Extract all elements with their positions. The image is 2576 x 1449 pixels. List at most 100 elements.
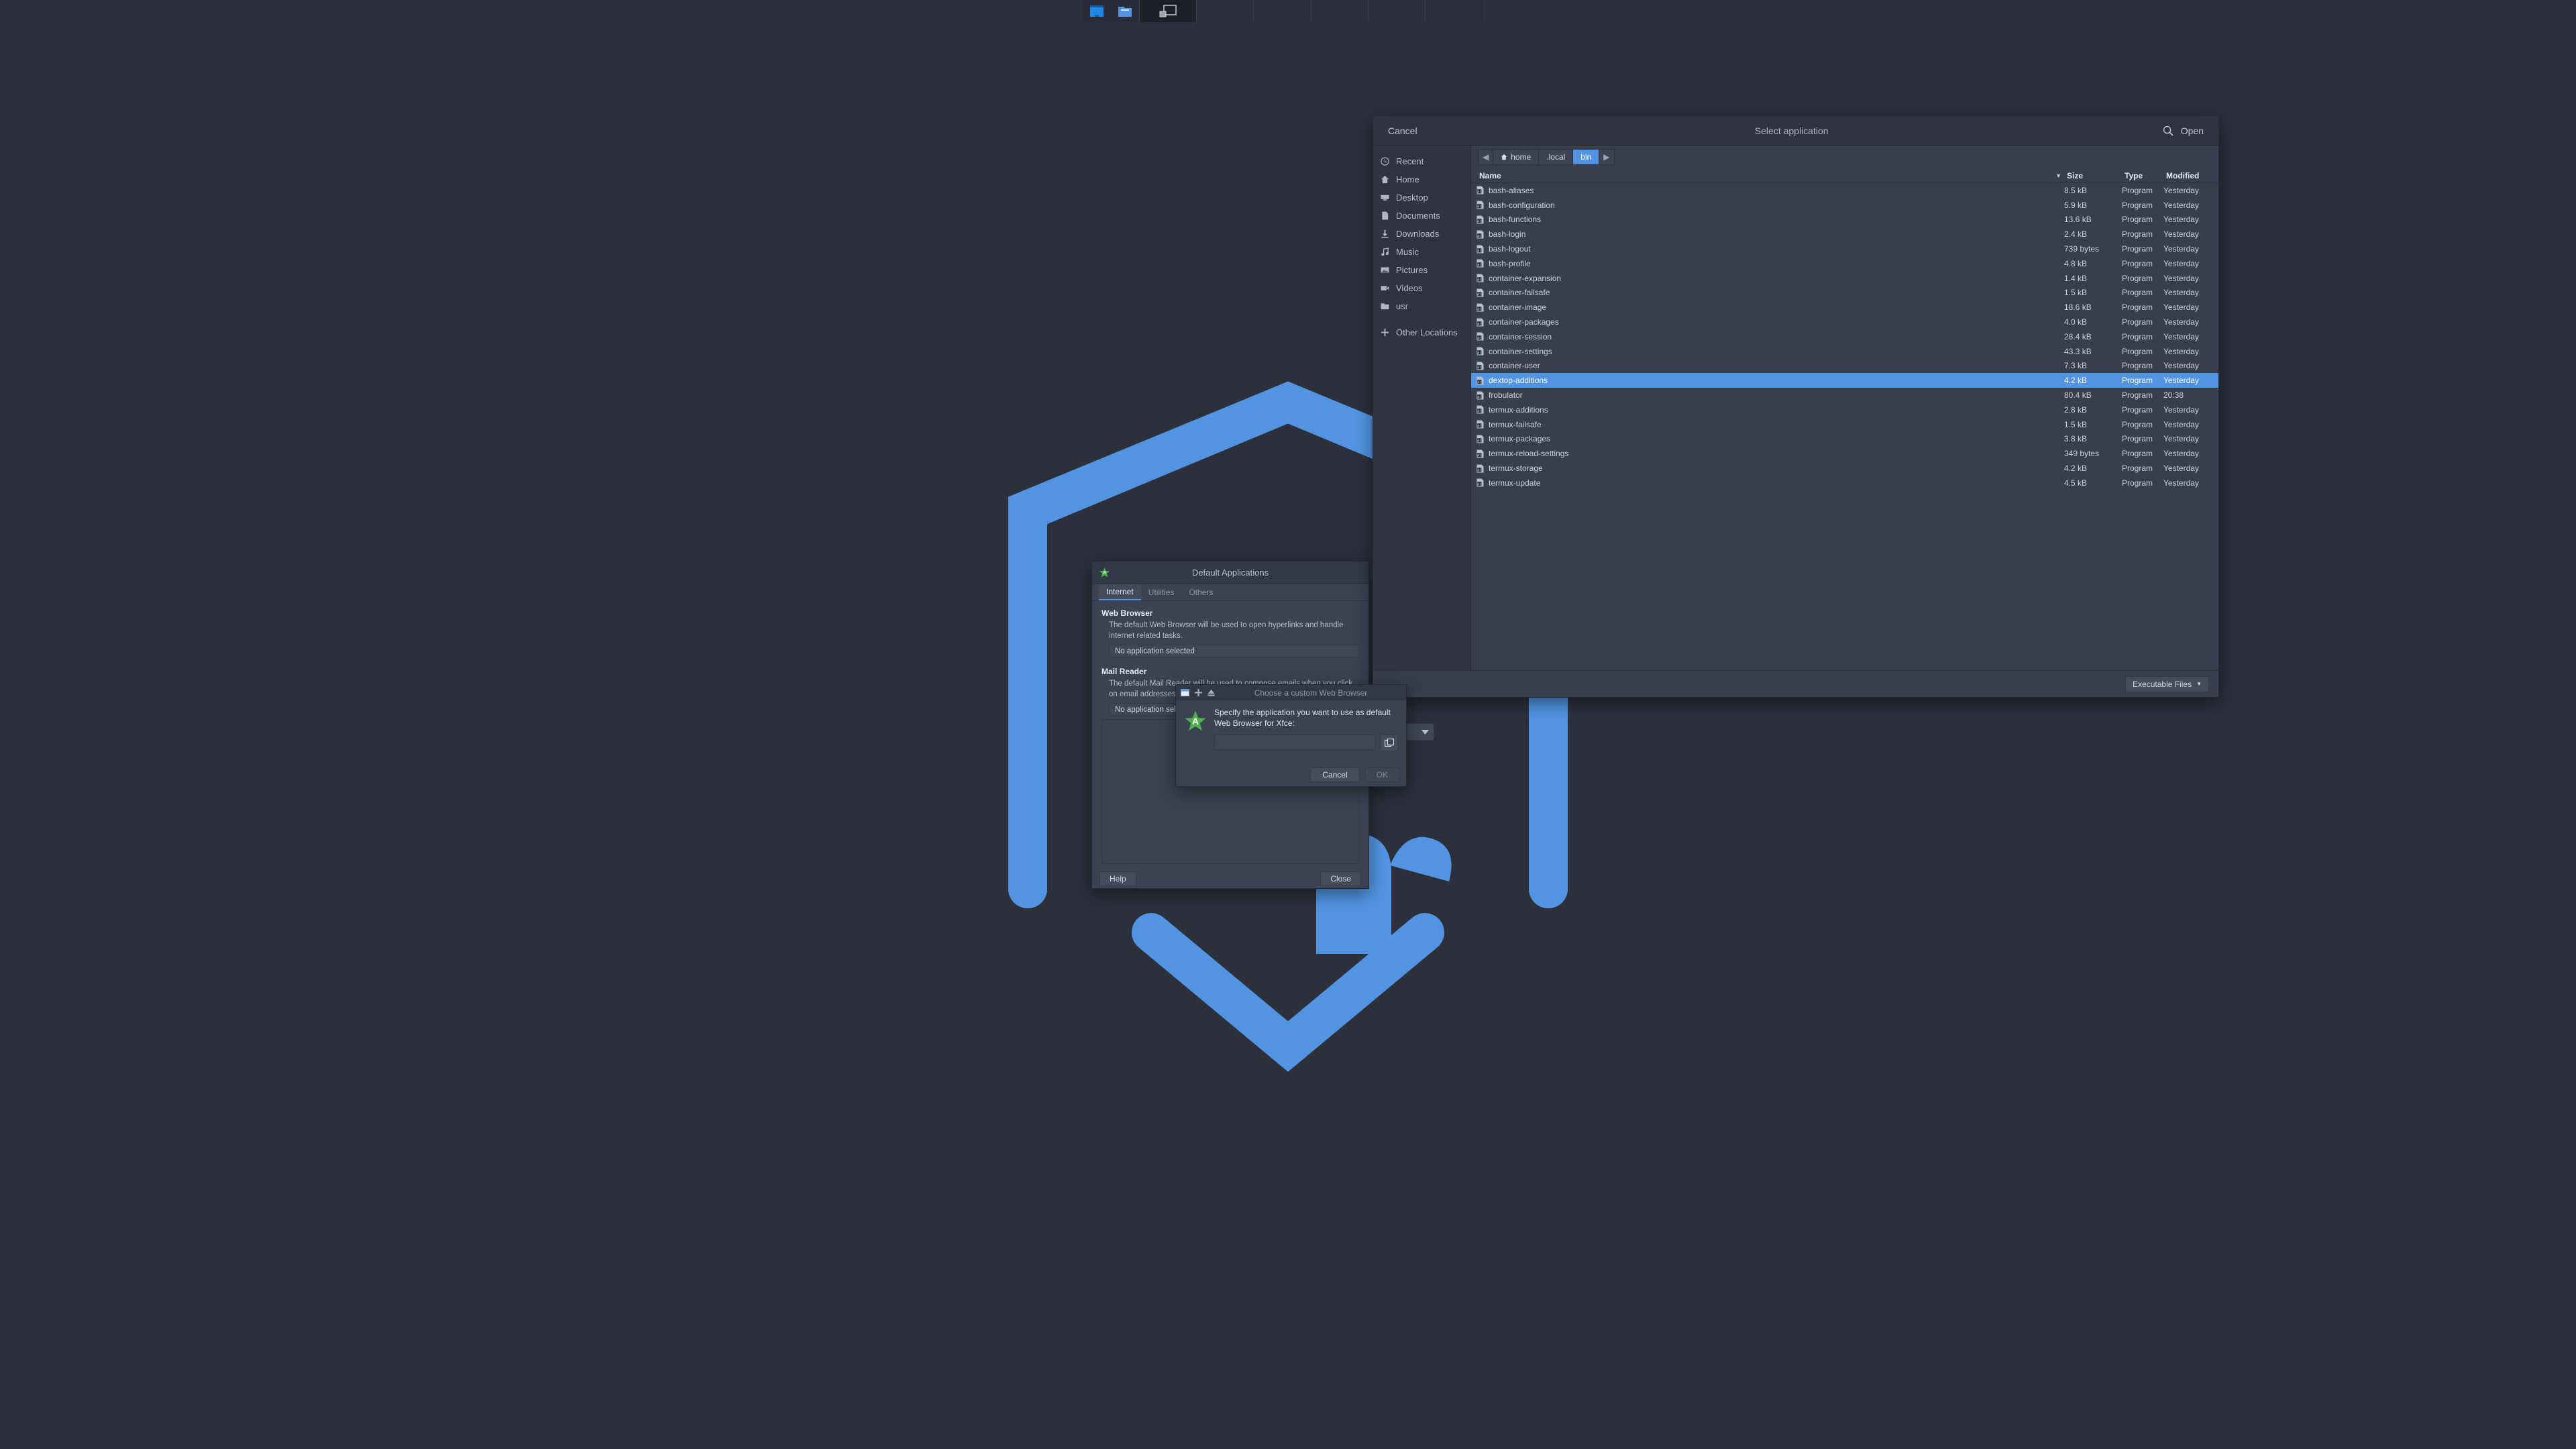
column-header-name[interactable]: Name ▼: [1477, 171, 2064, 180]
file-row[interactable]: #!termux-additions2.8 kBProgramYesterday: [1471, 402, 2218, 417]
window-slot-5[interactable]: [1425, 0, 1482, 22]
file-row[interactable]: #!container-user7.3 kBProgramYesterday: [1471, 359, 2218, 374]
file-type-cell: Program: [2122, 215, 2163, 224]
custom-browser-right: Specify the application you want to use …: [1214, 707, 1398, 765]
sidebar-item-label: Other Locations: [1396, 327, 1458, 337]
file-type-cell: Program: [2122, 361, 2163, 370]
file-type-cell: Program: [2122, 229, 2163, 239]
path-back-button[interactable]: ◀: [1479, 150, 1493, 164]
file-row[interactable]: #!container-expansion1.4 kBProgramYester…: [1471, 271, 2218, 286]
file-name-cell: #!bash-profile: [1477, 259, 2064, 268]
file-row[interactable]: #!bash-logout739 bytesProgramYesterday: [1471, 241, 2218, 256]
sidebar-item-usr[interactable]: usr: [1373, 297, 1470, 315]
window-slot-4[interactable]: [1368, 0, 1425, 22]
file-list[interactable]: #!bash-aliases8.5 kBProgramYesterday#!ba…: [1471, 183, 2218, 670]
executable-file-icon: #!: [1477, 215, 1484, 224]
svg-text:#!: #!: [1477, 425, 1481, 429]
breadcrumb-home[interactable]: home: [1493, 150, 1539, 164]
column-header-type[interactable]: Type: [2122, 171, 2163, 180]
file-name-label: termux-failsafe: [1489, 420, 1542, 429]
file-size-cell: 13.6 kB: [2064, 215, 2122, 224]
cancel-button[interactable]: Cancel: [1310, 767, 1359, 782]
path-forward-button[interactable]: ▶: [1599, 150, 1613, 164]
help-button[interactable]: Help: [1099, 871, 1136, 886]
terminal-launcher[interactable]: [1083, 0, 1111, 22]
column-header-modified[interactable]: Modified: [2163, 171, 2218, 180]
file-manager-launcher[interactable]: [1111, 0, 1139, 22]
download-icon: [1380, 229, 1390, 239]
sidebar-item-recent[interactable]: Recent: [1373, 152, 1470, 170]
executable-file-icon: #!: [1477, 391, 1484, 400]
file-row[interactable]: #!termux-packages3.8 kBProgramYesterday: [1471, 432, 2218, 447]
sidebar-item-desktop[interactable]: Desktop: [1373, 189, 1470, 207]
svg-text:#!: #!: [1477, 366, 1481, 370]
browse-button[interactable]: [1380, 735, 1398, 751]
file-chooser-footer: Executable Files ▼: [1373, 670, 2218, 697]
breadcrumb-local[interactable]: .local: [1539, 150, 1573, 164]
file-modified-cell: Yesterday: [2163, 303, 2218, 312]
file-row[interactable]: #!dextop-additions4.2 kBProgramYesterday: [1471, 373, 2218, 388]
executable-file-icon: #!: [1477, 478, 1484, 487]
sidebar-item-music[interactable]: Music: [1373, 243, 1470, 261]
executable-file-icon: #!: [1477, 420, 1484, 429]
application-path-input[interactable]: [1214, 735, 1376, 750]
file-name-cell: #!container-failsafe: [1477, 288, 2064, 297]
file-row[interactable]: #!termux-update4.5 kBProgramYesterday: [1471, 476, 2218, 490]
open-button[interactable]: Open: [2176, 123, 2209, 139]
column-header-name-label: Name: [1479, 171, 1501, 180]
file-row[interactable]: #!container-image18.6 kBProgramYesterday: [1471, 300, 2218, 315]
file-type-cell: Program: [2122, 405, 2163, 415]
file-type-cell: Program: [2122, 259, 2163, 268]
web-browser-combo-value: No application selected: [1115, 647, 1195, 655]
file-row[interactable]: #!bash-profile4.8 kBProgramYesterday: [1471, 256, 2218, 271]
file-row[interactable]: #!bash-aliases8.5 kBProgramYesterday: [1471, 183, 2218, 198]
file-modified-cell: Yesterday: [2163, 405, 2218, 415]
custom-browser-title: Choose a custom Web Browser: [1220, 688, 1401, 698]
window-slot-3[interactable]: [1311, 0, 1368, 22]
file-name-label: bash-profile: [1489, 259, 1531, 268]
file-row[interactable]: #!bash-login2.4 kBProgramYesterday: [1471, 227, 2218, 241]
file-row[interactable]: #!container-failsafe1.5 kBProgramYesterd…: [1471, 286, 2218, 301]
column-header-size[interactable]: Size: [2064, 171, 2122, 180]
sidebar-item-downloads[interactable]: Downloads: [1373, 225, 1470, 243]
file-name-label: container-expansion: [1489, 274, 1561, 283]
default-applications-footer: Help Close: [1092, 869, 1368, 888]
window-slot-2[interactable]: [1253, 0, 1310, 22]
svg-text:#!: #!: [1477, 352, 1481, 356]
sidebar-item-videos[interactable]: Videos: [1373, 279, 1470, 297]
executable-file-icon: #!: [1477, 464, 1484, 473]
search-button[interactable]: [2161, 123, 2176, 138]
file-row[interactable]: #!frobulator80.4 kBProgram20:38: [1471, 388, 2218, 402]
window-button-active[interactable]: [1139, 0, 1196, 22]
file-row[interactable]: #!termux-storage4.2 kBProgramYesterday: [1471, 461, 2218, 476]
executable-file-icon: #!: [1477, 230, 1484, 239]
default-applications-title: Default Applications: [1110, 568, 1350, 578]
sidebar-item-pictures[interactable]: Pictures: [1373, 261, 1470, 279]
file-filter-dropdown[interactable]: Executable Files ▼: [2125, 676, 2209, 692]
file-row[interactable]: #!container-packages4.0 kBProgramYesterd…: [1471, 315, 2218, 329]
breadcrumb-bin[interactable]: bin: [1573, 150, 1599, 164]
file-type-cell: Program: [2122, 420, 2163, 429]
file-filter-label: Executable Files: [2133, 680, 2192, 689]
ok-button[interactable]: OK: [1364, 767, 1400, 782]
svg-text:#!: #!: [1477, 483, 1481, 487]
file-row[interactable]: #!bash-configuration5.9 kBProgramYesterd…: [1471, 198, 2218, 213]
window-slot-1[interactable]: [1196, 0, 1253, 22]
close-button[interactable]: Close: [1320, 871, 1361, 886]
sidebar-item-documents[interactable]: Documents: [1373, 207, 1470, 225]
tab-internet[interactable]: Internet: [1099, 584, 1141, 600]
file-modified-cell: Yesterday: [2163, 201, 2218, 210]
file-row[interactable]: #!bash-functions13.6 kBProgramYesterday: [1471, 213, 2218, 227]
executable-file-icon: #!: [1477, 318, 1484, 327]
file-row[interactable]: #!container-settings43.3 kBProgramYester…: [1471, 344, 2218, 359]
sidebar-item-home[interactable]: Home: [1373, 170, 1470, 189]
file-row[interactable]: #!container-session28.4 kBProgramYesterd…: [1471, 329, 2218, 344]
tab-utilities[interactable]: Utilities: [1141, 584, 1182, 600]
cancel-button[interactable]: Cancel: [1383, 123, 1423, 139]
sidebar-item-other-locations[interactable]: Other Locations: [1373, 323, 1470, 341]
file-row[interactable]: #!termux-reload-settings349 bytesProgram…: [1471, 446, 2218, 461]
dialog-app-icon: A: [1184, 707, 1207, 765]
tab-others[interactable]: Others: [1181, 584, 1220, 600]
file-row[interactable]: #!termux-failsafe1.5 kBProgramYesterday: [1471, 417, 2218, 432]
web-browser-combo[interactable]: No application selected: [1109, 645, 1359, 657]
